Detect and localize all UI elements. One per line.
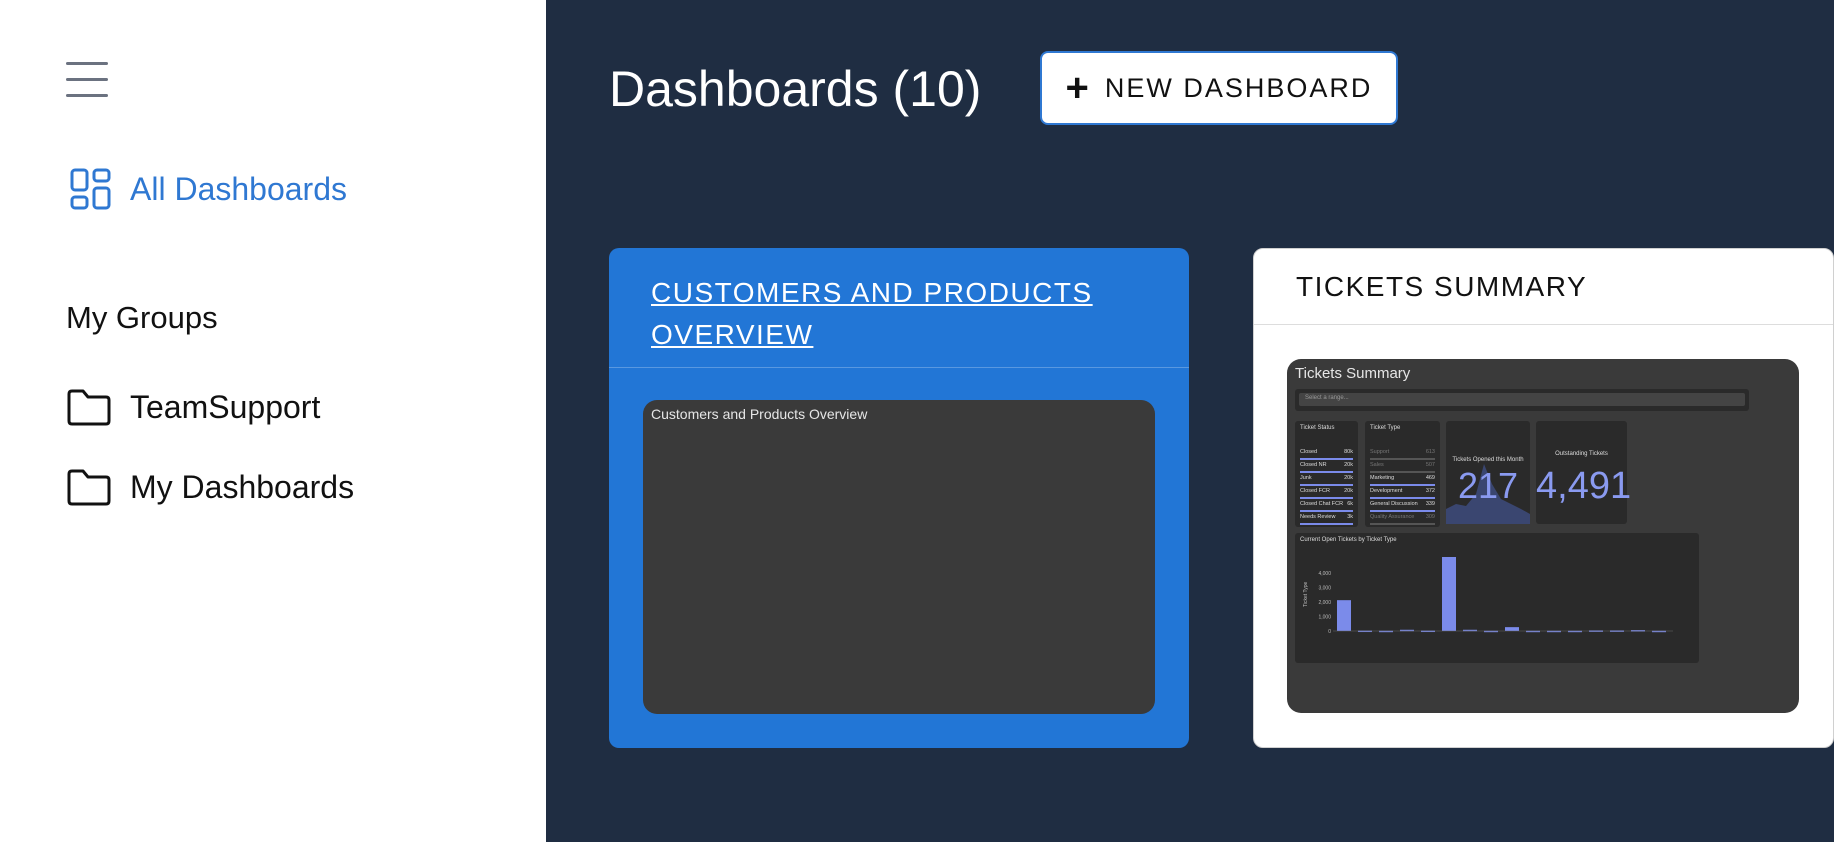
ticket-status-widget: Ticket Status Closed 80k Closed NR 20k Junk 2… <box>1295 421 1358 527</box>
sidebar-item-label: My Dashboards <box>130 468 355 505</box>
card-header: TICKETS SUMMARY <box>1254 249 1833 325</box>
mini-row: Junk 20k <box>1300 475 1353 487</box>
plus-icon: + <box>1065 66 1089 110</box>
range-select: Select a range... <box>1295 389 1749 411</box>
row-label: Marketing <box>1370 475 1395 481</box>
row-value: 469 <box>1425 475 1435 481</box>
row-value: 20k <box>1344 462 1353 468</box>
row-value: 20k <box>1344 475 1353 481</box>
card-title-link[interactable]: TICKETS SUMMARY <box>1296 271 1791 303</box>
sidebar-item-my-dashboards[interactable]: My Dashboards <box>66 468 354 506</box>
groups-heading: My Groups <box>66 300 218 335</box>
row-label: Closed NR <box>1300 462 1327 468</box>
row-bar <box>1370 458 1435 460</box>
mini-row: Sales 507 <box>1370 462 1435 474</box>
thumbnail-title: Tickets Summary <box>1295 365 1411 382</box>
outstanding-widget: Outstanding Tickets 4,491 <box>1536 421 1632 524</box>
mini-row: Closed FCR 20k <box>1300 488 1353 500</box>
tickets-opened-widget: Tickets Opened this Month 217 <box>1446 421 1530 524</box>
y-tick-label: 2,000 <box>1318 600 1331 606</box>
row-bar <box>1300 484 1353 486</box>
mini-row: Needs Review 3k <box>1300 514 1353 526</box>
row-label: Sales <box>1370 462 1384 468</box>
dashboard-thumbnail[interactable]: Customers and Products Overview <box>643 400 1155 714</box>
sidebar-item-all-dashboards[interactable]: All Dashboards <box>70 168 347 210</box>
row-label: General Discussion <box>1370 501 1418 507</box>
row-bar <box>1370 523 1435 525</box>
y-tick-label: 1,000 <box>1318 615 1331 621</box>
row-value: 80k <box>1344 449 1353 455</box>
row-bar <box>1300 471 1353 473</box>
sidebar-item-label: TeamSupport <box>130 388 321 425</box>
row-bar <box>1370 497 1435 499</box>
bar-chart: 4,000 3,000 2,000 1,000 0 Ticket Type <box>1303 557 1673 635</box>
row-value: 309 <box>1425 514 1435 520</box>
folder-icon <box>67 389 111 426</box>
bar <box>1505 627 1519 631</box>
range-placeholder: Select a range... <box>1305 395 1349 401</box>
row-value: 3k <box>1347 514 1353 520</box>
mini-row: Closed NR 20k <box>1300 462 1353 474</box>
y-tick-label: 4,000 <box>1318 571 1331 577</box>
row-bar <box>1300 510 1353 512</box>
mini-row: Closed 80k <box>1300 449 1353 461</box>
row-label: Quality Assurance <box>1370 514 1415 520</box>
row-value: 339 <box>1425 501 1435 507</box>
opened-value: 217 <box>1457 465 1519 506</box>
row-label: Support <box>1370 449 1390 455</box>
new-dashboard-label: NEW DASHBOARD <box>1104 72 1373 103</box>
page-title: Dashboards (10) <box>609 61 982 117</box>
outstanding-value: 4,491 <box>1536 465 1632 507</box>
row-bar <box>1300 458 1353 460</box>
mini-row: Marketing 469 <box>1370 475 1435 487</box>
row-label: Needs Review <box>1300 514 1336 520</box>
row-value: 6k <box>1347 501 1353 507</box>
row-bar <box>1370 471 1435 473</box>
card-title-link[interactable]: CUSTOMERS AND PRODUCTS OVERVIEW <box>651 272 1147 356</box>
row-bar <box>1300 497 1353 499</box>
y-tick-label: 0 <box>1328 629 1331 635</box>
menu-icon[interactable] <box>66 62 108 98</box>
thumbnail-title: Customers and Products Overview <box>651 406 868 422</box>
row-label: Closed FCR <box>1300 488 1330 494</box>
widget-title: Ticket Type <box>1370 425 1401 431</box>
card-header: CUSTOMERS AND PRODUCTS OVERVIEW <box>609 248 1189 368</box>
row-label: Junk <box>1300 475 1312 481</box>
row-bar <box>1300 523 1353 525</box>
bar <box>1442 557 1456 631</box>
row-label: Closed <box>1300 449 1318 455</box>
mini-row: Quality Assurance 309 <box>1370 514 1435 526</box>
bar <box>1337 600 1351 631</box>
row-bar <box>1370 484 1435 486</box>
dashboard-thumbnail[interactable]: Tickets Summary Select a range... Ticket… <box>1287 359 1799 713</box>
row-bar <box>1370 510 1435 512</box>
y-axis-label: Ticket Type <box>1303 581 1309 607</box>
mini-row: Closed Chat FCR 6k <box>1300 501 1353 513</box>
mini-row: General Discussion 339 <box>1370 501 1435 513</box>
row-value: 507 <box>1425 462 1435 468</box>
sidebar: All Dashboards My Groups TeamSupport My … <box>0 0 546 842</box>
widget-title: Outstanding Tickets <box>1555 451 1608 457</box>
row-value: 20k <box>1344 488 1353 494</box>
ticket-type-widget: Ticket Type Support 613 Sales 507 Marketing 4… <box>1365 421 1440 527</box>
grid-dashboard-icon <box>70 168 111 210</box>
widget-title: Ticket Status <box>1300 425 1335 431</box>
dashboard-card-customers[interactable]: CUSTOMERS AND PRODUCTS OVERVIEW Customer… <box>609 248 1189 748</box>
dashboard-card-tickets[interactable]: TICKETS SUMMARY Tickets Summary Select a… <box>1253 248 1834 748</box>
row-value: 613 <box>1425 449 1435 455</box>
new-dashboard-button[interactable]: + NEW DASHBOARD <box>1040 51 1398 125</box>
mini-row: Development 372 <box>1370 488 1435 500</box>
row-value: 372 <box>1425 488 1435 494</box>
sidebar-item-label: All Dashboards <box>130 170 347 207</box>
row-label: Development <box>1370 488 1403 494</box>
open-tickets-chart: Current Open Tickets by Ticket Type 4,00… <box>1295 533 1699 663</box>
sidebar-item-teamsupport[interactable]: TeamSupport <box>66 388 320 426</box>
row-label: Closed Chat FCR <box>1300 501 1344 507</box>
mini-row: Support 613 <box>1370 449 1435 461</box>
y-tick-label: 3,000 <box>1318 586 1331 592</box>
folder-icon <box>67 469 111 506</box>
chart-title: Current Open Tickets by Ticket Type <box>1300 537 1397 543</box>
